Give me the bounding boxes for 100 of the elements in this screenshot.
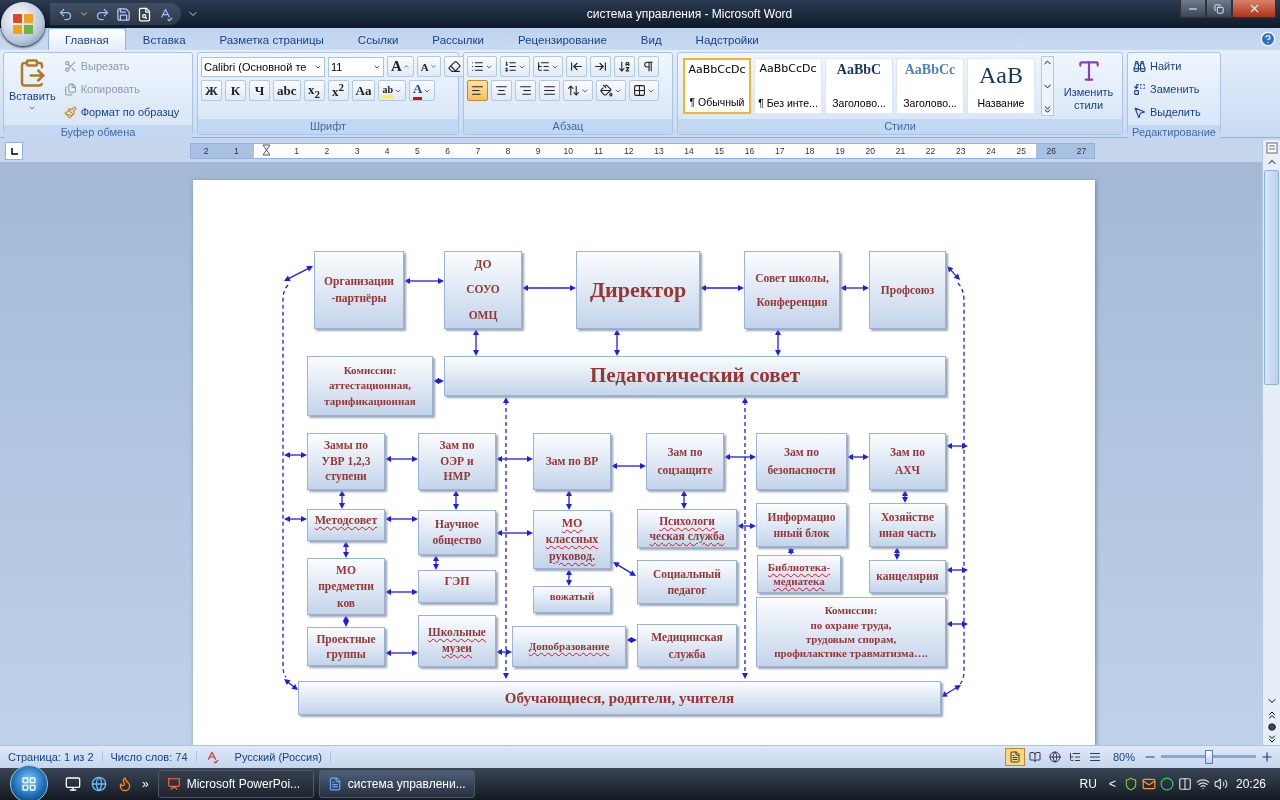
paste-button[interactable]: Вставить (7, 56, 58, 122)
more-button[interactable]: » (138, 777, 153, 791)
print-preview-icon[interactable] (137, 6, 152, 22)
format-button[interactable]: abc (273, 80, 301, 101)
circle-icon[interactable] (1159, 777, 1174, 791)
start-button[interactable] (10, 765, 48, 800)
multilevel-list-button[interactable] (533, 56, 563, 77)
increase-indent-button[interactable] (590, 56, 611, 77)
diagram-node: Зам по ОЭР и НМР (418, 433, 496, 490)
style-item[interactable]: AaBbCc Заголово... (896, 58, 964, 114)
minimize-button[interactable] (1180, 0, 1206, 18)
zoom-level[interactable]: 80% (1104, 751, 1143, 763)
shrink-font-button[interactable]: A (416, 56, 441, 77)
format-button[interactable]: x$^{2}$ (327, 80, 349, 101)
taskbar-button[interactable]: Microsoft PowerPoi... (157, 770, 314, 798)
indent-marker-icon[interactable] (261, 144, 271, 156)
align-right-button[interactable] (515, 80, 536, 101)
zoom-in-icon[interactable] (1260, 750, 1274, 764)
font-color-button[interactable]: A (408, 80, 436, 101)
align-center-button[interactable] (491, 80, 512, 101)
show-marks-button[interactable] (638, 56, 659, 77)
browse-object-icon[interactable] (1267, 723, 1276, 731)
tab-stop-icon (9, 146, 19, 156)
diagram-node: вожатый (533, 586, 611, 613)
style-item[interactable]: AaBbCcDc ¶ Обычный (683, 58, 751, 114)
browser-icon[interactable] (91, 776, 107, 792)
close-button[interactable] (1232, 0, 1276, 18)
connector-arrow (385, 516, 418, 522)
format-button[interactable]: Ж (201, 80, 222, 101)
find-button[interactable]: Найти (1131, 56, 1203, 76)
format-button[interactable]: К (225, 80, 246, 101)
redo-icon[interactable] (95, 6, 110, 22)
diagram-node: Профсоюз (869, 251, 946, 329)
globe-icon (1048, 751, 1061, 763)
ribbon-tab[interactable]: Рецензирование (501, 28, 624, 50)
word-count[interactable]: Число слов: 74 (102, 751, 197, 763)
bullets-button[interactable] (467, 56, 497, 77)
borders-button[interactable] (629, 80, 659, 101)
ribbon-tab[interactable]: Главная (48, 28, 126, 50)
help-icon[interactable] (1260, 31, 1276, 47)
ruler-toggle-icon[interactable] (1265, 142, 1278, 154)
connector-arrow (611, 463, 646, 469)
style-item[interactable]: AaB Название (967, 58, 1035, 114)
desktop-icon[interactable] (65, 776, 81, 792)
ribbon-tab[interactable]: Вставка (125, 28, 203, 50)
style-item[interactable]: AaBbCcDc ¶ Без инте... (754, 58, 822, 114)
format-button[interactable]: Ч (249, 80, 270, 101)
font-name-field[interactable]: Calibri (Основной те (201, 56, 325, 77)
scroll-thumb[interactable] (1264, 170, 1279, 385)
diagram-node: Директор (576, 251, 700, 329)
page-count[interactable]: Страница: 1 из 2 (0, 751, 103, 763)
shield-icon[interactable] (1123, 777, 1138, 791)
show-hidden-button[interactable]: < (1104, 777, 1120, 791)
diagram-node: Проектные группы (307, 627, 385, 666)
justify-button[interactable] (539, 80, 560, 101)
spellcheck-icon[interactable] (158, 6, 173, 22)
numbering-button[interactable] (500, 56, 530, 77)
format-button[interactable]: x$_{2}$ (303, 80, 325, 101)
gallery-scroll[interactable] (1041, 56, 1055, 116)
language-label[interactable]: Русский (Россия) (226, 751, 331, 763)
ribbon-tab[interactable]: Рассылки (415, 28, 501, 50)
undo-icon[interactable] (58, 6, 73, 22)
view-button[interactable] (1004, 748, 1025, 766)
ribbon-tab[interactable]: Вид (623, 28, 679, 50)
ruler-number: 19 (834, 146, 846, 156)
shading-button[interactable] (596, 80, 626, 101)
clock[interactable]: 20:26 (1231, 777, 1270, 791)
style-item[interactable]: AaBbC Заголово... (825, 58, 893, 114)
line-spacing-button[interactable] (563, 80, 593, 101)
tab-stop-button[interactable] (5, 142, 23, 160)
sort-icon (618, 60, 631, 73)
language-indicator[interactable]: RU (1075, 777, 1101, 791)
taskbar-button[interactable]: система управлени... (318, 770, 475, 798)
format-painter-button[interactable]: Формат по образцу (61, 102, 182, 122)
align-left-button[interactable] (467, 80, 488, 101)
format-button[interactable]: Aa (351, 80, 376, 101)
window-icon[interactable] (1177, 777, 1192, 791)
zoom-thumb[interactable] (1204, 750, 1213, 764)
ribbon-tab[interactable]: Ссылки (340, 28, 416, 50)
save-icon[interactable] (116, 6, 131, 22)
font-size-field[interactable]: 11 (328, 56, 384, 77)
volume-icon[interactable] (1213, 777, 1228, 791)
ruler[interactable]: 2 1 1 2 3 4 5 6 7 8 9 10 11 12 13 14 15 16 17 18 19 20 21 22 23 24 25 26 27 (190, 143, 1095, 159)
decrease-indent-button[interactable] (566, 56, 587, 77)
diagram-node: канцелярия (869, 560, 946, 593)
replace-button[interactable]: Заменить (1131, 79, 1203, 99)
ribbon-tab[interactable]: Надстройки (678, 28, 776, 50)
select-button[interactable]: Выделить (1131, 102, 1203, 122)
mail-icon[interactable] (1141, 777, 1156, 791)
restore-button[interactable] (1206, 0, 1232, 18)
grow-font-button[interactable]: A (387, 56, 414, 77)
flame-icon[interactable] (117, 776, 133, 792)
ribbon-tab[interactable]: Разметка страницы (202, 28, 341, 50)
connector-arrow (433, 378, 444, 384)
network-icon[interactable] (1195, 777, 1210, 791)
clear-format-button[interactable] (443, 56, 465, 77)
sort-button[interactable] (614, 56, 635, 77)
highlight-button[interactable]: ab (378, 80, 406, 101)
change-styles-button[interactable]: Изменить стили (1058, 56, 1119, 116)
office-button[interactable] (1, 2, 45, 46)
